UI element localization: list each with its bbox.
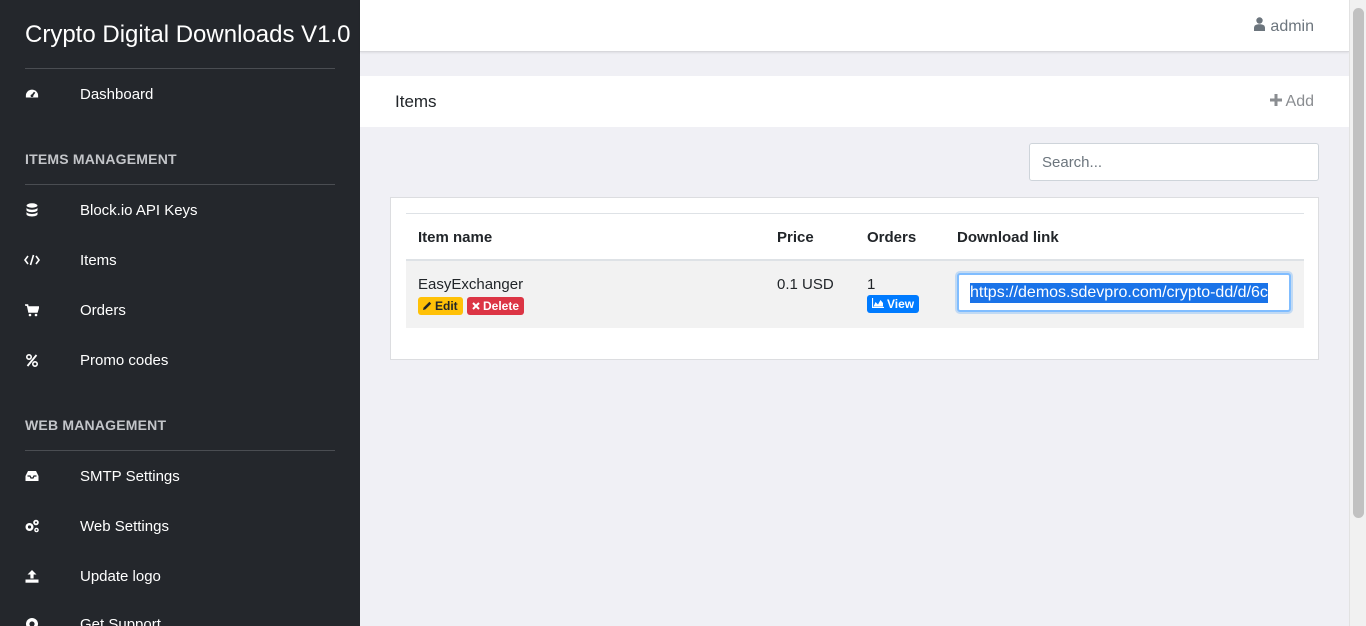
delete-button[interactable]: Delete <box>467 297 525 315</box>
database-icon <box>24 202 40 218</box>
sidebar-item-update-logo[interactable]: Update logo <box>0 558 360 594</box>
sidebar-divider <box>25 184 335 185</box>
code-icon <box>24 252 40 268</box>
dashboard-icon <box>24 86 40 102</box>
sidebar-item-web-settings[interactable]: Web Settings <box>0 508 360 544</box>
cart-icon <box>24 302 40 318</box>
view-orders-button[interactable]: View <box>867 295 920 313</box>
sidebar-item-orders[interactable]: Orders <box>0 292 360 328</box>
column-header-orders: Orders <box>867 229 917 246</box>
top-bar: admin <box>360 0 1349 52</box>
column-header-price: Price <box>777 229 814 246</box>
add-button[interactable]: Add <box>1269 93 1314 111</box>
table-header: Item name Price Orders Download link <box>406 214 1304 261</box>
items-card: Item name Price Orders Download link Eas… <box>390 197 1319 360</box>
inbox-icon <box>24 468 40 484</box>
sidebar-item-label: Dashboard <box>80 85 154 103</box>
close-icon <box>472 299 480 313</box>
gears-icon <box>24 518 40 534</box>
user-name: admin <box>1270 17 1314 35</box>
sidebar-divider <box>25 450 335 451</box>
view-label: View <box>887 297 915 311</box>
page-title: Items <box>395 92 437 111</box>
plus-icon <box>1269 93 1282 111</box>
sidebar-item-label: Items <box>80 251 117 269</box>
sidebar-item-block-io-api-keys[interactable]: Block.io API Keys <box>0 192 360 228</box>
delete-label: Delete <box>483 299 520 313</box>
upload-icon <box>24 568 40 584</box>
sidebar-item-get-support[interactable]: Get Support <box>0 606 360 626</box>
sidebar-item-smtp-settings[interactable]: SMTP Settings <box>0 458 360 494</box>
user-icon <box>1254 17 1266 36</box>
item-price: 0.1 USD <box>777 276 834 293</box>
sidebar-item-label: Web Settings <box>80 517 169 535</box>
pencil-icon <box>423 299 432 313</box>
sidebar-item-label: Block.io API Keys <box>80 201 198 219</box>
sidebar-item-label: Get Support <box>80 615 161 626</box>
items-table: Item name Price Orders Download link Eas… <box>406 213 1304 328</box>
sidebar-item-items[interactable]: Items <box>0 242 360 278</box>
app-title[interactable]: Crypto Digital Downloads V1.0 <box>25 20 351 50</box>
edit-label: Edit <box>435 299 458 313</box>
page-header: Items Add <box>360 76 1349 127</box>
sidebar-item-dashboard[interactable]: Dashboard <box>0 76 360 112</box>
download-link-text: https://demos.sdevpro.com/crypto-dd/d/6c <box>970 282 1268 303</box>
sidebar-item-promo-codes[interactable]: Promo codes <box>0 342 360 378</box>
section-title-web-management: WEB MANAGEMENT <box>25 417 167 433</box>
item-orders-count: 1 <box>867 276 876 293</box>
percent-icon <box>24 352 40 368</box>
sidebar: Crypto Digital Downloads V1.0 Dashboard … <box>0 0 360 626</box>
search-input[interactable] <box>1029 143 1319 181</box>
page-scrollbar[interactable] <box>1349 0 1366 626</box>
column-header-item-name: Item name <box>418 229 493 246</box>
download-link-field[interactable]: https://demos.sdevpro.com/crypto-dd/d/6c <box>957 273 1291 312</box>
column-header-download-link: Download link <box>957 229 1059 246</box>
area-chart-icon <box>871 297 884 311</box>
section-title-items-management: ITEMS MANAGEMENT <box>25 151 177 167</box>
sidebar-item-label: Promo codes <box>80 351 169 369</box>
sidebar-divider <box>25 68 335 69</box>
add-label: Add <box>1285 93 1314 110</box>
sidebar-item-label: Orders <box>80 301 126 319</box>
table-row: EasyExchanger Edit Delete 0.1 USD 1 View <box>406 261 1304 328</box>
sidebar-item-label: SMTP Settings <box>80 467 180 485</box>
edit-button[interactable]: Edit <box>418 297 463 315</box>
support-icon <box>24 616 40 626</box>
scrollbar-thumb[interactable] <box>1353 8 1364 518</box>
user-menu[interactable]: admin <box>1254 17 1314 36</box>
item-name: EasyExchanger <box>418 276 524 293</box>
sidebar-item-label: Update logo <box>80 567 161 585</box>
